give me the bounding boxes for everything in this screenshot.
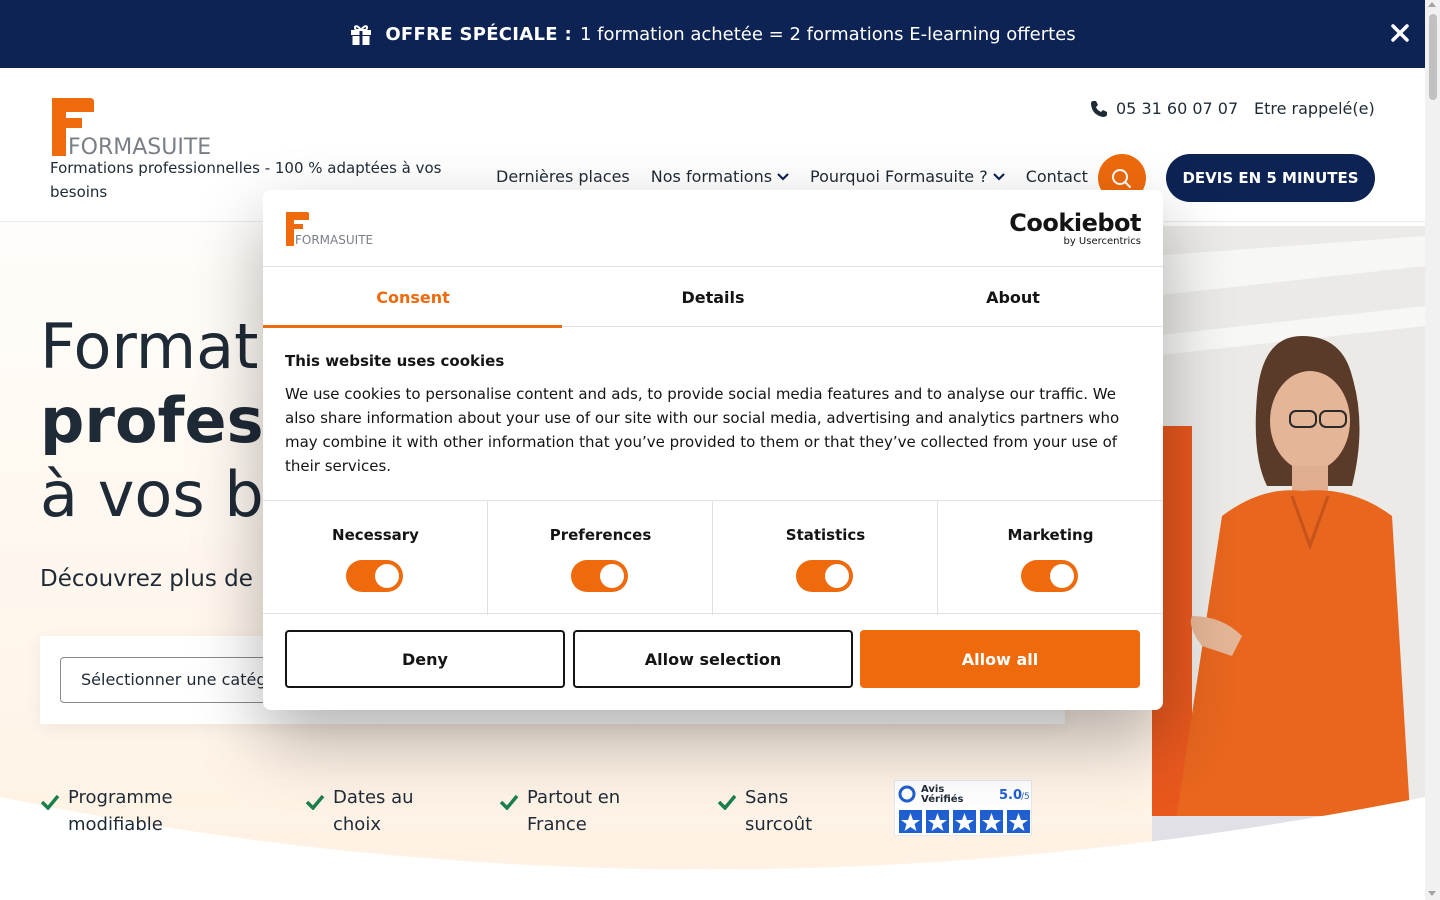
toggle-label: Statistics — [785, 526, 866, 544]
feature-item: Dates au choix — [305, 784, 414, 838]
dialog-logo-text: FORMASUITE — [295, 233, 373, 246]
nav-label: Pourquoi Formasuite ? — [810, 167, 988, 186]
callback-link[interactable]: Etre rappelé(e) — [1254, 99, 1375, 118]
statistics-toggle[interactable] — [796, 560, 853, 592]
marketing-toggle[interactable] — [1021, 560, 1078, 592]
formasuite-logo[interactable]: FORMASUITE — [50, 98, 210, 156]
deny-button[interactable]: Deny — [285, 630, 565, 688]
dialog-title: This website uses cookies — [285, 352, 505, 370]
chevron-down-icon — [777, 172, 789, 181]
toggle-group-marketing: Marketing — [938, 501, 1163, 615]
phone-link[interactable]: 05 31 60 07 07 — [1090, 99, 1238, 118]
toggle-knob — [600, 564, 624, 588]
dialog-body: We use cookies to personalise content an… — [285, 385, 1120, 475]
check-icon — [305, 794, 325, 810]
toggle-knob — [375, 564, 399, 588]
tab-consent[interactable]: Consent — [263, 267, 563, 328]
page-scrollbar[interactable] — [1425, 0, 1440, 900]
promo-text: 1 formation achetée = 2 formations E-lea… — [579, 23, 1076, 45]
toggle-label: Preferences — [549, 526, 652, 544]
necessary-toggle[interactable] — [346, 560, 403, 592]
allow-all-button[interactable]: Allow all — [860, 630, 1140, 688]
feature-line: choix — [333, 814, 381, 835]
feature-item: Partout en France — [499, 784, 620, 838]
feature-line: Dates au — [333, 787, 414, 808]
check-icon — [499, 794, 519, 810]
feature-line: Sans — [745, 787, 789, 808]
phone-icon — [1091, 100, 1107, 117]
nav-item-dernieres-places[interactable]: Dernières places — [496, 167, 630, 186]
check-icon — [717, 794, 737, 810]
chevron-down-icon — [992, 172, 1005, 181]
feature-line: Programme — [68, 787, 173, 808]
cookiebot-brand: Cookiebot — [1009, 209, 1141, 237]
avis-name-line2: Vérifiés — [921, 793, 964, 805]
toggle-group-preferences: Preferences — [488, 501, 713, 615]
tab-about[interactable]: About — [863, 267, 1163, 327]
avis-logo-icon — [898, 785, 916, 803]
hero-subtitle: Découvrez plus de — [40, 566, 253, 592]
nav-item-pourquoi[interactable]: Pourquoi Formasuite ? — [810, 167, 1005, 186]
promo-banner: OFFRE SPÉCIALE : 1 formation achetée = 2… — [0, 0, 1425, 68]
star-rating — [899, 810, 1030, 833]
nav-label: Contact — [1025, 167, 1088, 186]
nav-label: Dernières places — [496, 167, 630, 186]
feature-item: Sans surcoût — [717, 784, 812, 838]
toggle-label: Marketing — [1007, 526, 1094, 544]
toggle-knob — [1050, 564, 1074, 588]
allow-selection-button[interactable]: Allow selection — [573, 630, 853, 688]
toggle-knob — [825, 564, 849, 588]
cookie-consent-dialog: FORMASUITE Cookiebot by Usercentrics Con… — [263, 190, 1163, 710]
scroll-up-icon[interactable] — [1428, 2, 1436, 7]
preferences-toggle[interactable] — [571, 560, 628, 592]
scroll-thumb[interactable] — [1429, 14, 1437, 100]
feature-line: Partout en — [527, 787, 621, 808]
close-icon[interactable] — [1389, 22, 1411, 44]
avis-verifies-badge[interactable]: Avis Vérifiés 5.0 /5 — [894, 780, 1032, 836]
formasuite-logo: FORMASUITE — [286, 212, 373, 246]
scroll-down-icon[interactable] — [1428, 891, 1436, 896]
toggle-label: Necessary — [332, 526, 419, 544]
tab-details[interactable]: Details — [563, 267, 863, 327]
phone-number: 05 31 60 07 07 — [1116, 99, 1239, 118]
check-icon — [40, 794, 60, 810]
cookie-toggles: Necessary Preferences Statistics Marketi… — [263, 500, 1163, 615]
promo-bold: OFFRE SPÉCIALE : — [385, 23, 572, 45]
avis-scale: /5 — [1021, 792, 1030, 802]
feature-line: modifiable — [68, 814, 163, 835]
gift-icon — [351, 25, 372, 45]
logo-text: FORMASUITE — [68, 135, 210, 156]
avis-score: 5.0 — [999, 788, 1022, 803]
nav-item-contact[interactable]: Contact — [1026, 167, 1088, 186]
feature-line: France — [527, 814, 587, 835]
devis-button[interactable]: DEVIS EN 5 MINUTES — [1166, 154, 1375, 202]
feature-line: surcoût — [745, 814, 813, 835]
woman-illustration — [1152, 226, 1425, 846]
cookiebot-by: by Usercentrics — [1063, 236, 1141, 247]
avis-badge-graphic: Avis Vérifiés 5.0 /5 — [898, 784, 1030, 833]
nav-label: Nos formations — [650, 167, 773, 186]
cookiebot-logo: Cookiebot by Usercentrics — [1009, 210, 1141, 248]
feature-item: Programme modifiable — [40, 784, 173, 838]
toggle-group-necessary: Necessary — [263, 501, 488, 615]
nav-item-nos-formations[interactable]: Nos formations — [651, 167, 789, 186]
dialog-header: FORMASUITE Cookiebot by Usercentrics — [263, 190, 1163, 267]
main-nav: Dernières places Nos formations Pourquoi… — [496, 167, 1109, 186]
toggle-group-statistics: Statistics — [713, 501, 938, 615]
hero-photo — [1152, 226, 1425, 846]
dialog-tabs: Consent Details About — [263, 267, 1163, 328]
